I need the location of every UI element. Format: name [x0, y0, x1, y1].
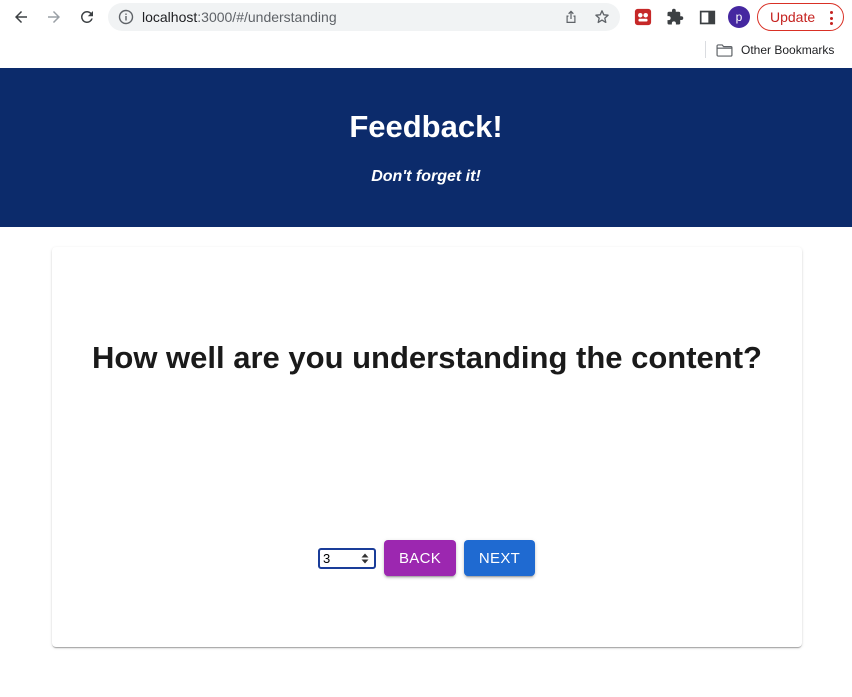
back-step-button[interactable]: BACK: [384, 540, 456, 576]
bookmark-star-icon[interactable]: [594, 9, 610, 25]
reload-button[interactable]: [75, 5, 99, 29]
puzzle-icon: [667, 8, 684, 25]
next-step-button[interactable]: NEXT: [464, 540, 535, 576]
more-vert-icon: [829, 11, 833, 25]
question-text: How well are you understanding the conte…: [92, 340, 762, 375]
back-button[interactable]: [9, 5, 33, 29]
bookmarks-bar: Other Bookmarks: [0, 34, 852, 68]
other-bookmarks-label: Other Bookmarks: [741, 43, 835, 57]
page-subtitle: Don't forget it!: [371, 168, 481, 185]
rating-number-input[interactable]: 3: [318, 548, 376, 569]
other-bookmarks-folder[interactable]: Other Bookmarks: [716, 40, 834, 60]
url-path: :3000/#/understanding: [197, 9, 337, 25]
update-label: Update: [770, 9, 816, 25]
side-panel-icon: [699, 10, 715, 24]
extensions-menu-button[interactable]: [665, 7, 685, 27]
url-text[interactable]: localhost:3000/#/understanding: [142, 9, 337, 25]
reload-icon: [80, 10, 93, 23]
spinner-arrows-icon[interactable]: [361, 553, 369, 564]
back-arrow-icon: [15, 11, 27, 23]
share-icon[interactable]: [563, 9, 579, 25]
forward-arrow-icon: [48, 11, 60, 23]
browser-toolbar: localhost:3000/#/understanding p Update: [0, 0, 852, 34]
card-controls: 3 BACK NEXT: [52, 540, 802, 576]
bookmarks-divider: [705, 41, 706, 58]
forward-button[interactable]: [42, 5, 66, 29]
site-info-icon[interactable]: [118, 9, 134, 25]
question-card: How well are you understanding the conte…: [52, 247, 802, 647]
folder-icon: [716, 43, 733, 57]
app-header: Feedback! Don't forget it!: [0, 68, 852, 227]
rating-value: 3: [323, 551, 331, 566]
address-bar[interactable]: localhost:3000/#/understanding: [108, 3, 620, 31]
update-button[interactable]: Update: [757, 3, 844, 31]
profile-avatar[interactable]: p: [728, 6, 750, 28]
url-host: localhost: [142, 9, 198, 25]
page-title: Feedback!: [349, 109, 503, 144]
extension-icon: [634, 8, 652, 26]
side-panel-button[interactable]: [697, 7, 717, 27]
extension-button[interactable]: [633, 7, 653, 27]
